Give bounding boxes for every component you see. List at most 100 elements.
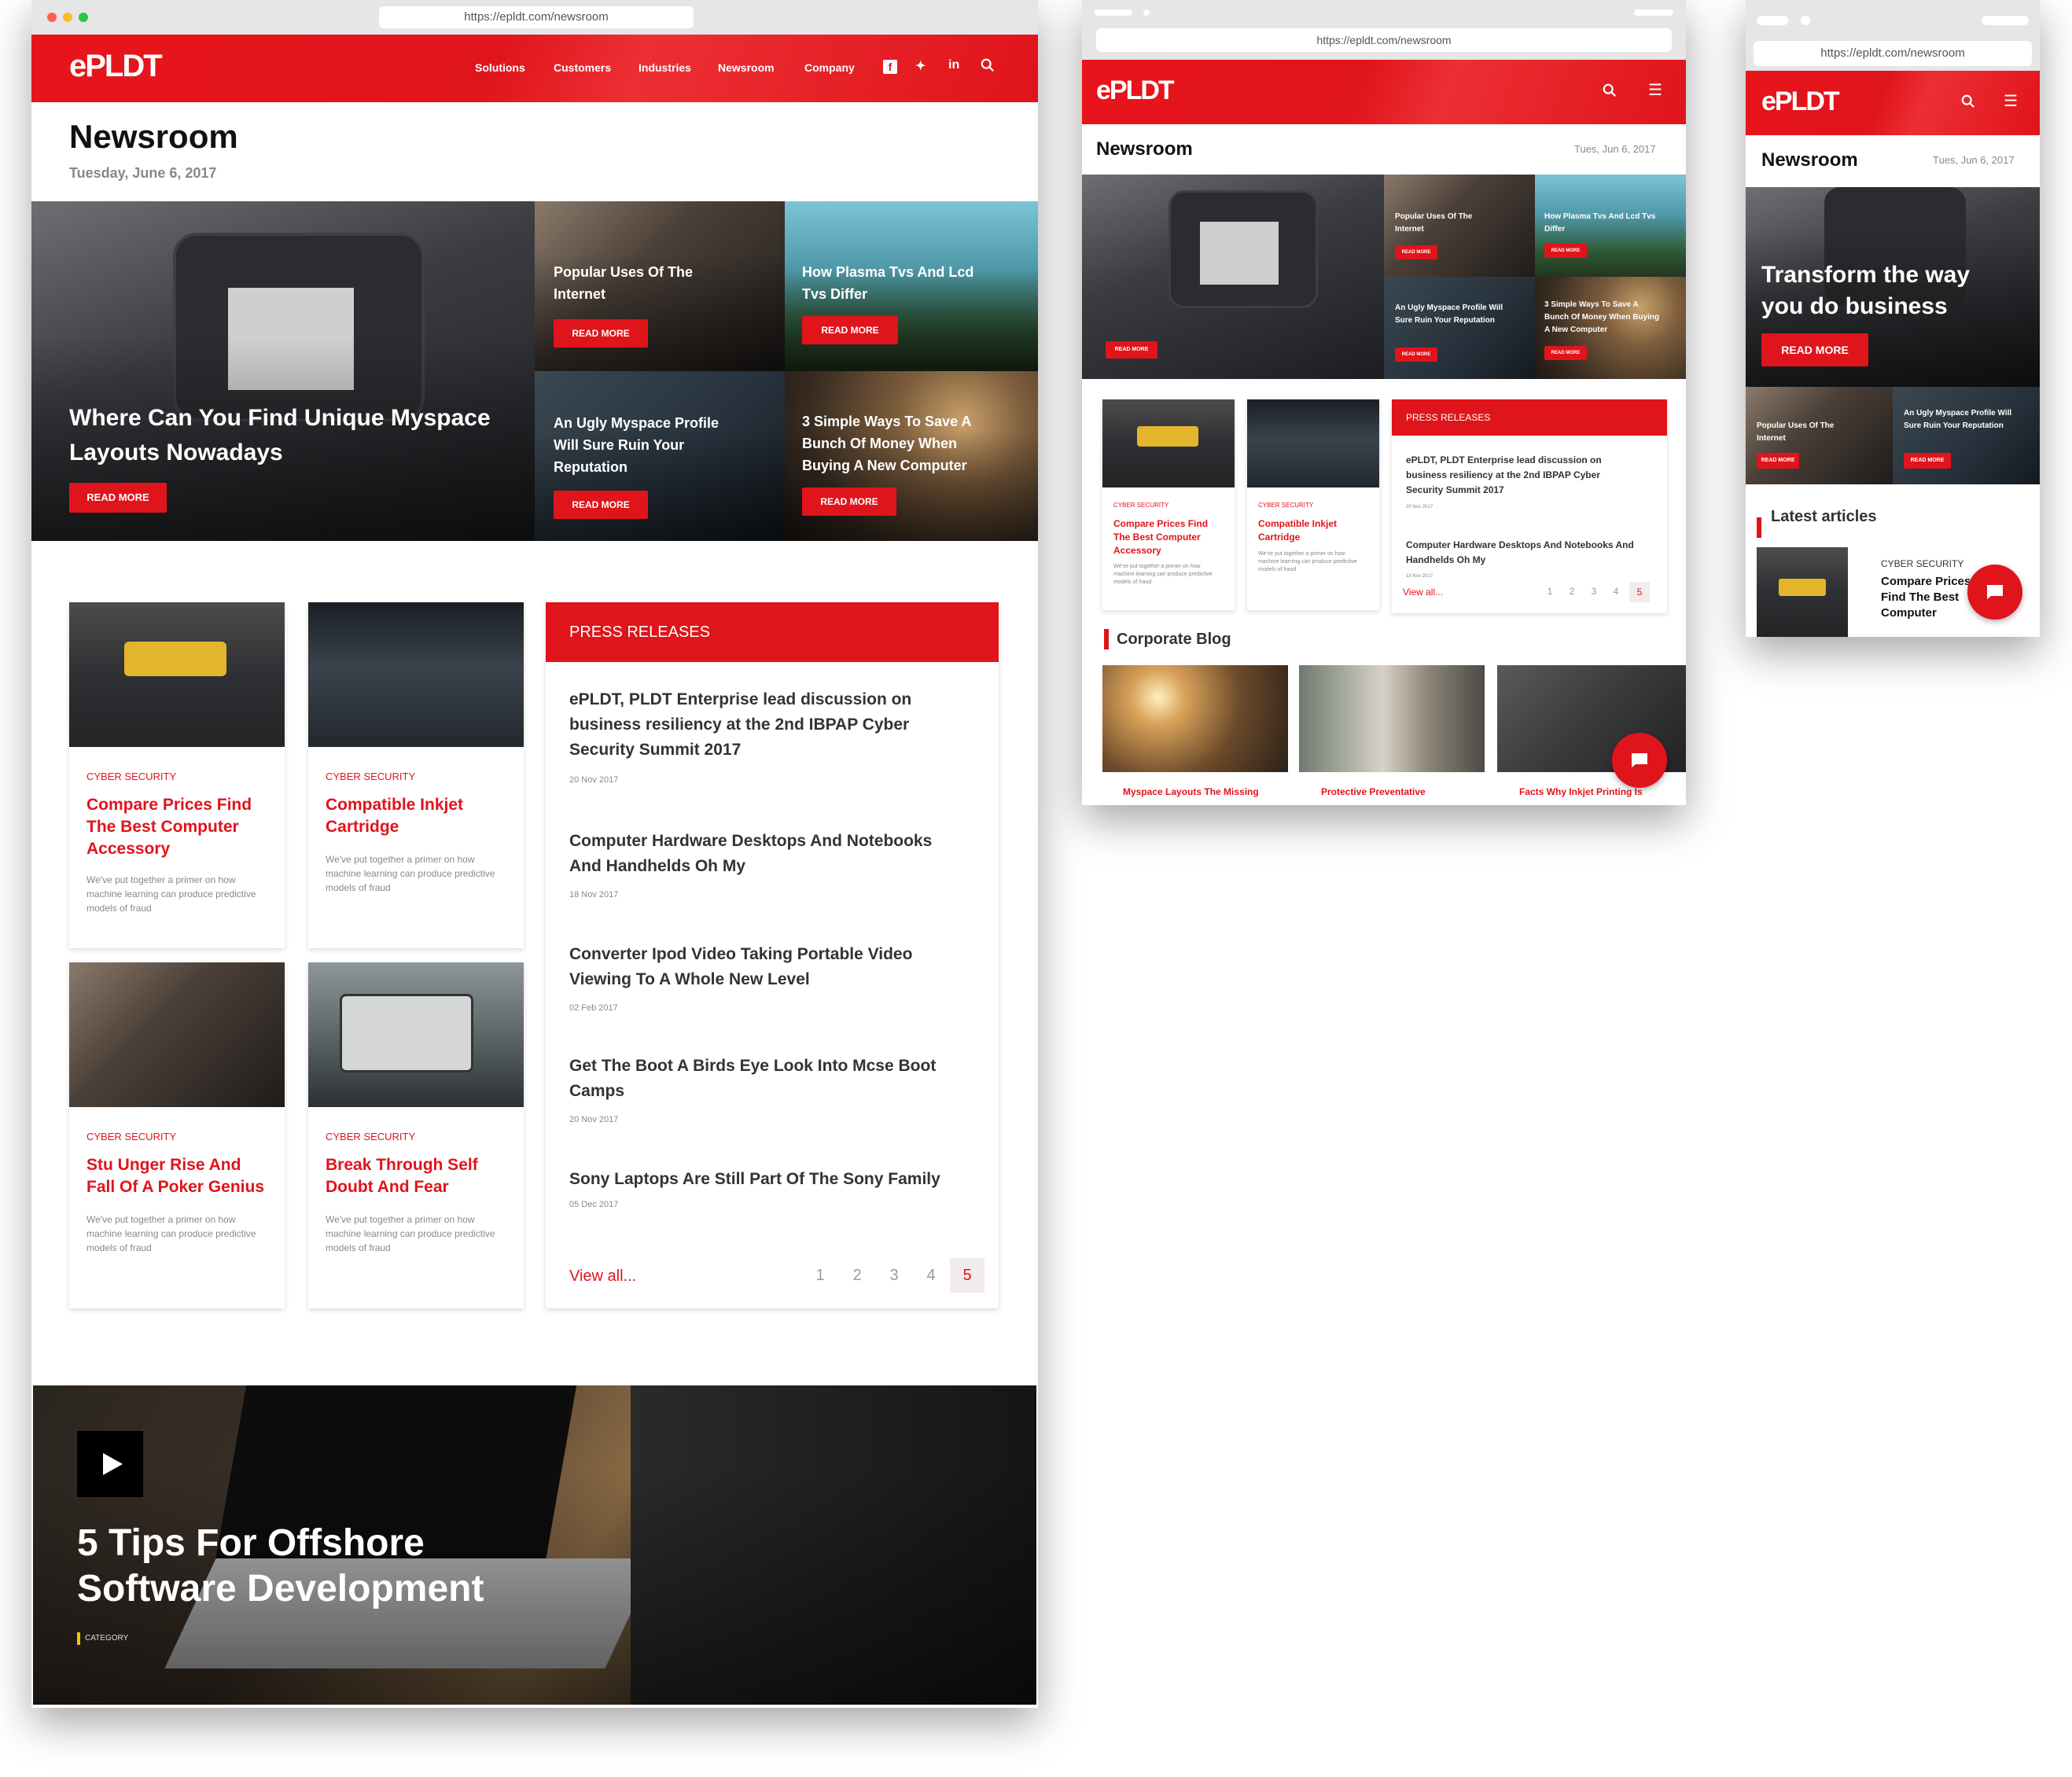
tablet-tile-button-3[interactable]: READ MORE: [1395, 348, 1437, 362]
tablet-press-view-all[interactable]: View all...: [1403, 587, 1443, 598]
minimize-window-dot[interactable]: [63, 13, 72, 22]
nav-industries[interactable]: Industries: [639, 61, 691, 74]
mobile-article-image[interactable]: [1757, 547, 1848, 637]
tablet-tile-3[interactable]: An Ugly Myspace Profile Will Sure Ruin Y…: [1384, 277, 1535, 379]
close-window-dot[interactable]: [47, 13, 57, 22]
mobile-hero-title[interactable]: Transform the way you do business: [1761, 259, 2013, 322]
hero-read-more-button[interactable]: READ MORE: [69, 483, 167, 513]
pagination-page-4[interactable]: 4: [919, 1258, 943, 1293]
tablet-hero-read-more-button[interactable]: READ MORE: [1106, 341, 1157, 359]
card-title-1[interactable]: Compare Prices Find The Best Computer Ac…: [86, 794, 267, 860]
tablet-blog-image-1[interactable]: [1102, 665, 1288, 772]
tile-title-4[interactable]: 3 Simple Ways To Save A Bunch Of Money W…: [802, 410, 999, 476]
press-item-title-2[interactable]: Computer Hardware Desktops And Notebooks…: [569, 829, 962, 879]
tablet-blog-title-2[interactable]: Protective Preventative: [1321, 786, 1426, 797]
tile-title-1[interactable]: Popular Uses Of The Internet: [554, 261, 711, 305]
tile-image-3[interactable]: An Ugly Myspace Profile Will Sure Ruin Y…: [535, 371, 785, 541]
mobile-menu-icon[interactable]: ☰: [2004, 91, 2018, 111]
hero-title[interactable]: Where Can You Find Unique Myspace Layout…: [69, 401, 510, 470]
card-title-2[interactable]: Compatible Inkjet Cartridge: [326, 794, 506, 838]
mobile-tile-button-1[interactable]: READ MORE: [1757, 453, 1799, 469]
mobile-hero-read-more-button[interactable]: READ MORE: [1761, 333, 1868, 366]
mobile-tile-title-2[interactable]: An Ugly Myspace Profile Will Sure Ruin Y…: [1904, 407, 2022, 432]
tablet-menu-icon[interactable]: ☰: [1648, 80, 1662, 100]
tablet-tile-title-2[interactable]: How Plasma Tvs And Lcd Tvs Differ: [1544, 211, 1662, 236]
tablet-card-title-2[interactable]: Compatible Inkjet Cartridge: [1258, 517, 1368, 544]
press-item-title-3[interactable]: Converter Ipod Video Taking Portable Vid…: [569, 942, 962, 992]
maximize-window-dot[interactable]: [79, 13, 88, 22]
mobile-tile-1[interactable]: Popular Uses Of The Internet READ MORE: [1746, 387, 1893, 484]
tablet-tile-title-3[interactable]: An Ugly Myspace Profile Will Sure Ruin Y…: [1395, 302, 1505, 327]
card-title-4[interactable]: Break Through Self Doubt And Fear: [326, 1154, 506, 1198]
tablet-chat-button[interactable]: [1612, 733, 1667, 788]
tablet-page-2[interactable]: 2: [1565, 582, 1579, 601]
tablet-tile-2[interactable]: How Plasma Tvs And Lcd Tvs Differ READ M…: [1535, 175, 1686, 277]
tile-image-2[interactable]: How Plasma Tvs And Lcd Tvs Differ READ M…: [785, 201, 1038, 371]
tile-read-more-button-1[interactable]: READ MORE: [554, 319, 648, 348]
nav-solutions[interactable]: Solutions: [475, 61, 525, 74]
mobile-tile-button-2[interactable]: READ MORE: [1904, 453, 1951, 469]
featured-video[interactable]: 5 Tips For Offshore Software Development…: [33, 1385, 1036, 1705]
tablet-search-icon[interactable]: [1603, 83, 1617, 101]
tablet-tile-1[interactable]: Popular Uses Of The Internet READ MORE: [1384, 175, 1535, 277]
mobile-address-bar[interactable]: https://epldt.com/newsroom: [1754, 41, 2032, 66]
tile-image-4[interactable]: 3 Simple Ways To Save A Bunch Of Money W…: [785, 371, 1038, 541]
nav-company[interactable]: Company: [804, 61, 855, 74]
article-card-2[interactable]: CYBER SECURITY Compatible Inkjet Cartrid…: [308, 602, 524, 948]
video-title[interactable]: 5 Tips For Offshore Software Development: [77, 1521, 549, 1612]
press-item-title-1[interactable]: ePLDT, PLDT Enterprise lead discussion o…: [569, 687, 962, 763]
tablet-hero-image[interactable]: READ MORE: [1082, 175, 1384, 379]
tablet-address-bar[interactable]: https://epldt.com/newsroom: [1096, 28, 1672, 52]
tablet-tile-button-4[interactable]: READ MORE: [1544, 346, 1587, 360]
tile-read-more-button-2[interactable]: READ MORE: [802, 316, 898, 344]
tablet-tile-button-1[interactable]: READ MORE: [1395, 245, 1437, 259]
tablet-press-title-2[interactable]: Computer Hardware Desktops And Notebooks…: [1406, 538, 1650, 568]
tile-image-1[interactable]: Popular Uses Of The Internet READ MORE: [535, 201, 785, 371]
pagination-page-5[interactable]: 5: [950, 1258, 984, 1293]
address-bar[interactable]: https://epldt.com/newsroom: [379, 6, 694, 28]
press-item-title-5[interactable]: Sony Laptops Are Still Part Of The Sony …: [569, 1167, 962, 1192]
mobile-tile-2[interactable]: An Ugly Myspace Profile Will Sure Ruin Y…: [1893, 387, 2040, 484]
tile-read-more-button-4[interactable]: READ MORE: [802, 487, 896, 516]
mobile-hero-image[interactable]: Transform the way you do business READ M…: [1746, 187, 2040, 387]
press-view-all-link[interactable]: View all...: [569, 1267, 636, 1286]
tablet-page-3[interactable]: 3: [1587, 582, 1601, 601]
mobile-search-icon[interactable]: [1961, 94, 1975, 112]
card-title-3[interactable]: Stu Unger Rise And Fall Of A Poker Geniu…: [86, 1154, 267, 1198]
article-card-4[interactable]: CYBER SECURITY Break Through Self Doubt …: [308, 962, 524, 1308]
hero-image[interactable]: Where Can You Find Unique Myspace Layout…: [31, 201, 535, 541]
search-icon[interactable]: [980, 58, 996, 74]
pagination-page-1[interactable]: 1: [808, 1258, 832, 1293]
tablet-blog-title-3[interactable]: Facts Why Inkjet Printing Is: [1519, 786, 1643, 797]
tablet-blog-image-2[interactable]: [1299, 665, 1485, 772]
pagination-page-2[interactable]: 2: [845, 1258, 869, 1293]
twitter-icon[interactable]: ✦: [915, 58, 926, 74]
play-button[interactable]: [77, 1431, 143, 1497]
tablet-press-title-1[interactable]: ePLDT, PLDT Enterprise lead discussion o…: [1406, 453, 1626, 498]
tile-title-3[interactable]: An Ugly Myspace Profile Will Sure Ruin Y…: [554, 412, 734, 478]
press-item-title-4[interactable]: Get The Boot A Birds Eye Look Into Mcse …: [569, 1054, 962, 1104]
tablet-card-1[interactable]: CYBER SECURITY Compare Prices Find The B…: [1102, 399, 1235, 610]
tablet-blog-title-1[interactable]: Myspace Layouts The Missing: [1123, 786, 1259, 797]
site-logo[interactable]: ePLDT: [69, 49, 163, 84]
mobile-tile-title-1[interactable]: Popular Uses Of The Internet: [1757, 420, 1843, 445]
tablet-card-2[interactable]: CYBER SECURITY Compatible Inkjet Cartrid…: [1247, 399, 1379, 610]
tile-title-2[interactable]: How Plasma Tvs And Lcd Tvs Differ: [802, 261, 991, 305]
tablet-tile-title-1[interactable]: Popular Uses Of The Internet: [1395, 211, 1489, 236]
tablet-page-5[interactable]: 5: [1629, 582, 1650, 602]
tablet-card-title-1[interactable]: Compare Prices Find The Best Computer Ac…: [1113, 517, 1224, 557]
article-card-3[interactable]: CYBER SECURITY Stu Unger Rise And Fall O…: [69, 962, 285, 1308]
tablet-tile-title-4[interactable]: 3 Simple Ways To Save A Bunch Of Money W…: [1544, 299, 1662, 337]
tile-read-more-button-3[interactable]: READ MORE: [554, 491, 648, 519]
nav-customers[interactable]: Customers: [554, 61, 611, 74]
tablet-page-1[interactable]: 1: [1543, 582, 1557, 601]
facebook-icon[interactable]: f: [883, 60, 897, 74]
tablet-tile-button-2[interactable]: READ MORE: [1544, 244, 1587, 258]
nav-newsroom[interactable]: Newsroom: [718, 61, 775, 74]
pagination-page-3[interactable]: 3: [882, 1258, 906, 1293]
mobile-logo[interactable]: ePLDT: [1761, 86, 1840, 117]
tablet-tile-4[interactable]: 3 Simple Ways To Save A Bunch Of Money W…: [1535, 277, 1686, 379]
tablet-page-4[interactable]: 4: [1609, 582, 1623, 601]
article-card-1[interactable]: CYBER SECURITY Compare Prices Find The B…: [69, 602, 285, 948]
linkedin-icon[interactable]: in: [948, 58, 959, 72]
